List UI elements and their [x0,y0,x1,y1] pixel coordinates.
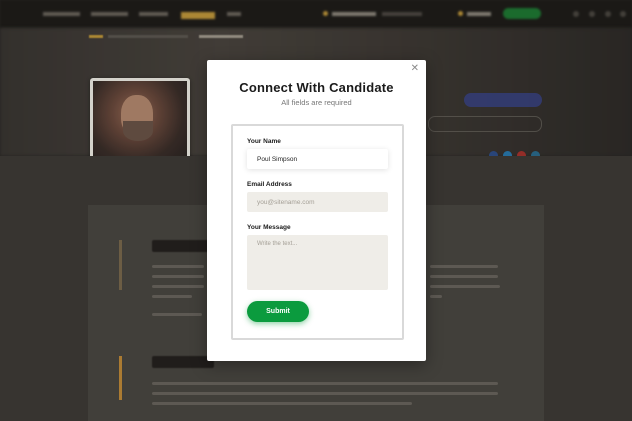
name-field[interactable] [247,149,388,169]
contact-form: Your Name Email Address Your Message Sub… [231,124,404,340]
modal-title: Connect With Candidate [239,80,394,95]
modal-subtitle: All fields are required [281,98,352,107]
email-label: Email Address [247,181,292,188]
close-icon[interactable]: ✕ [411,64,419,74]
message-label: Your Message [247,224,291,231]
connect-modal: ✕ Connect With Candidate All fields are … [207,60,426,361]
submit-button[interactable]: Submit [247,301,309,322]
name-label: Your Name [247,138,281,145]
candidate-profile-page: ✕ Connect With Candidate All fields are … [0,0,632,421]
email-field[interactable] [247,192,388,212]
message-field[interactable] [247,235,388,290]
